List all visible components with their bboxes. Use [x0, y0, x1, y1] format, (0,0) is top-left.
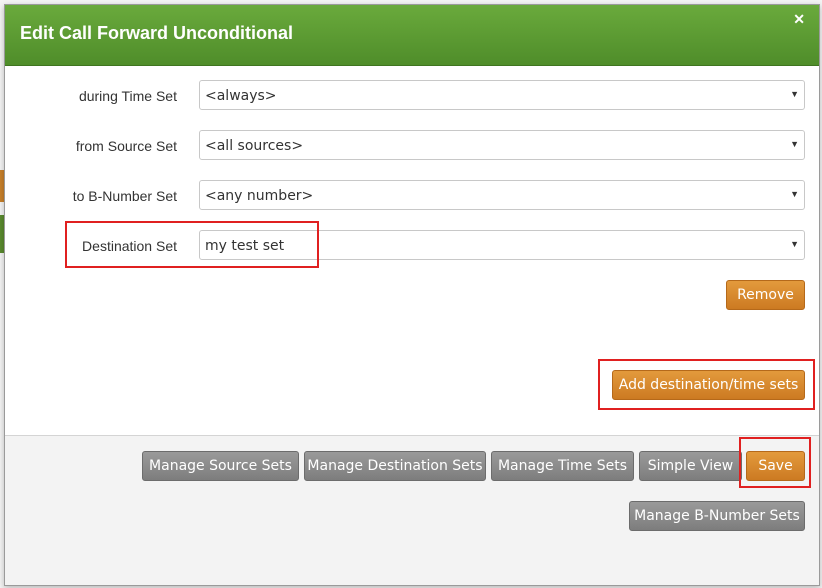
- source-set-select[interactable]: <all sources> ▼: [199, 130, 805, 160]
- manage-source-sets-button[interactable]: Manage Source Sets: [142, 451, 299, 481]
- source-set-label: from Source Set: [75, 138, 177, 154]
- call-forward-dialog: Edit Call Forward Unconditional ✕ during…: [4, 4, 820, 586]
- dialog-title: Edit Call Forward Unconditional: [20, 23, 294, 43]
- manage-destination-sets-button[interactable]: Manage Destination Sets: [304, 451, 486, 481]
- source-set-row: from Source Set <all sources> ▼: [5, 130, 819, 162]
- manage-bnumber-sets-button[interactable]: Manage B-Number Sets: [629, 501, 805, 531]
- dialog-header: Edit Call Forward Unconditional ✕: [5, 5, 819, 66]
- add-sets-highlight: [598, 359, 815, 410]
- bnumber-set-select[interactable]: <any number> ▼: [199, 180, 805, 210]
- chevron-down-icon: ▼: [790, 239, 799, 249]
- destination-set-highlight: [65, 221, 319, 268]
- manage-time-sets-button[interactable]: Manage Time Sets: [491, 451, 634, 481]
- time-set-value: <always>: [205, 88, 277, 104]
- simple-view-button[interactable]: Simple View: [639, 451, 742, 481]
- dialog-footer: Manage Source Sets Manage Destination Se…: [5, 435, 819, 585]
- source-set-value: <all sources>: [205, 138, 304, 154]
- time-set-select[interactable]: <always> ▼: [199, 80, 805, 110]
- time-set-label: during Time Set: [78, 88, 177, 104]
- bnumber-set-row: to B-Number Set <any number> ▼: [5, 180, 819, 212]
- save-highlight: [739, 437, 811, 488]
- bnumber-set-label: to B-Number Set: [72, 188, 177, 204]
- chevron-down-icon: ▼: [790, 139, 799, 149]
- remove-button[interactable]: Remove: [726, 280, 805, 310]
- close-icon[interactable]: ✕: [793, 11, 805, 28]
- time-set-row: during Time Set <always> ▼: [5, 80, 819, 112]
- chevron-down-icon: ▼: [790, 189, 799, 199]
- chevron-down-icon: ▼: [790, 89, 799, 99]
- bnumber-set-value: <any number>: [205, 188, 314, 204]
